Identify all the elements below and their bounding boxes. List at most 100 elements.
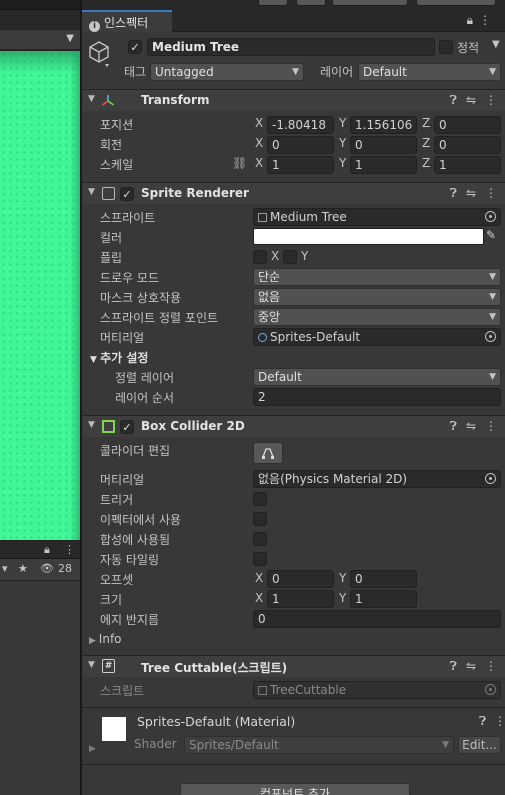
preset-icon[interactable]: ⇋ (466, 659, 476, 673)
object-picker-icon[interactable] (485, 211, 496, 222)
rotation-x-input[interactable]: 0 (267, 136, 334, 154)
position-y-input[interactable]: 1.156106 (350, 116, 417, 134)
size-x-input[interactable]: 1 (267, 590, 334, 608)
sprite-sort-point-dropdown[interactable]: 중앙 ▼ (253, 308, 501, 326)
lock-icon[interactable]: 🔒︎ (44, 543, 50, 557)
offset-y-input[interactable]: 0 (350, 570, 417, 588)
kebab-menu-icon[interactable]: ⋮ (479, 13, 497, 27)
kebab-menu-icon[interactable]: ⋮ (485, 659, 497, 673)
kebab-menu-icon[interactable]: ⋮ (485, 419, 497, 433)
shader-edit-button[interactable]: Edit... (458, 736, 501, 754)
order-in-layer-input[interactable]: 2 (253, 388, 501, 406)
box-collider-header[interactable]: ▼ ✓ Box Collider 2D ❓︎ ⇋ ⋮ (82, 415, 505, 437)
help-icon[interactable]: ❓︎ (450, 419, 457, 433)
fold-arrow-icon[interactable]: ▼ (88, 187, 95, 197)
help-icon[interactable]: ❓︎ (450, 93, 457, 107)
scene-view[interactable]: ▼ 🔒︎ ⋮ ▾ ★ 👁︎ 28 (0, 0, 80, 795)
chevron-down-icon[interactable]: ▼ (66, 33, 74, 44)
object-picker-icon[interactable] (485, 473, 496, 484)
additional-settings-foldout[interactable]: ▼ 추가 설정 (90, 349, 148, 366)
tag-dropdown[interactable]: Untagged ▼ (150, 63, 304, 81)
flip-x-checkbox[interactable] (253, 250, 267, 264)
sorting-layer-dropdown[interactable]: Default ▼ (253, 368, 501, 386)
toolbar-dropdown[interactable] (416, 0, 496, 6)
chevron-down-icon[interactable]: ▼ (492, 39, 500, 50)
material-object-field[interactable]: Sprites-Default (253, 328, 501, 346)
flip-y-checkbox[interactable] (283, 250, 297, 264)
toolbar-button[interactable] (296, 0, 326, 6)
help-icon[interactable]: ❓︎ (450, 659, 457, 673)
size-label: 크기 (100, 593, 123, 607)
kebab-menu-icon[interactable]: ⋮ (485, 93, 497, 107)
kebab-menu-icon[interactable]: ⋮ (64, 543, 75, 556)
shader-dropdown[interactable]: Sprites/Default ▼ (184, 736, 454, 754)
preset-icon[interactable]: ⇋ (466, 186, 476, 200)
star-icon[interactable]: ★ (18, 562, 28, 575)
preset-icon[interactable]: ⇋ (466, 419, 476, 433)
hierarchy-toolbar: ▾ ★ 👁︎ 28 (0, 559, 80, 581)
flip-x-label: X (271, 249, 280, 263)
fold-arrow-icon[interactable]: ▶ (89, 744, 96, 754)
edge-radius-input[interactable]: 0 (253, 610, 501, 628)
rotation-z-input[interactable]: 0 (434, 136, 501, 154)
add-component-button[interactable]: 컴포넌트 추가 (180, 783, 410, 795)
shader-value: Sprites/Default (189, 738, 279, 752)
fold-arrow-icon[interactable]: ▼ (88, 420, 95, 430)
tab-inspector[interactable]: i 인스펙터 (82, 10, 172, 32)
size-y-input[interactable]: 1 (350, 590, 417, 608)
auto-tiling-checkbox[interactable] (253, 552, 267, 566)
help-icon[interactable]: ❓︎ (479, 714, 486, 729)
sprite-renderer-header[interactable]: ▼ ✓ Sprite Renderer ❓︎ ⇋ ⋮ (82, 182, 505, 204)
script-component-header[interactable]: ▼ # Tree Cuttable(스크립트) ❓︎ ⇋ ⋮ (82, 655, 505, 677)
fold-arrow-icon[interactable]: ▼ (88, 660, 95, 670)
rotation-y-input[interactable]: 0 (350, 136, 417, 154)
help-icon[interactable]: ❓︎ (450, 186, 457, 200)
material-name: Sprites-Default (Material) (137, 714, 296, 729)
sprite-object-field[interactable]: Medium Tree (253, 208, 501, 226)
scale-y-input[interactable]: 1 (350, 156, 417, 174)
object-picker-icon[interactable] (485, 331, 496, 342)
box-collider-enabled-checkbox[interactable]: ✓ (120, 420, 134, 434)
toolbar-button[interactable] (258, 0, 288, 6)
color-swatch[interactable] (253, 228, 484, 245)
active-checkbox[interactable]: ✓ (128, 40, 142, 54)
position-x-input[interactable]: -1.80418 (267, 116, 334, 134)
scale-x-input[interactable]: 1 (267, 156, 334, 174)
preset-icon[interactable]: ⇋ (466, 93, 476, 107)
shader-label: Shader (134, 737, 177, 751)
layer-dropdown[interactable]: Default ▼ (358, 63, 501, 81)
sprite-renderer-enabled-checkbox[interactable]: ✓ (120, 187, 134, 201)
eyedropper-icon[interactable]: ✎ (486, 228, 496, 242)
used-by-composite-checkbox[interactable] (253, 532, 267, 546)
lock-icon[interactable]: 🔒︎ (467, 13, 479, 27)
object-name-input[interactable]: Medium Tree (147, 38, 435, 56)
kebab-menu-icon[interactable]: ⋮ (494, 714, 505, 728)
sprite-sort-point-label: 스프라이트 정렬 포인트 (100, 311, 219, 325)
edit-collider-icon (262, 448, 274, 459)
transform-header[interactable]: ▼ Transform ❓︎ ⇋ ⋮ (82, 89, 505, 111)
gameobject-cube-icon[interactable] (88, 40, 112, 67)
fold-arrow-icon[interactable]: ▼ (88, 94, 95, 104)
dropdown-icon[interactable]: ▾ (2, 562, 8, 575)
scene-canvas[interactable] (0, 51, 80, 540)
material-icon (258, 333, 267, 342)
edit-collider-button[interactable] (253, 442, 283, 464)
mask-interaction-dropdown[interactable]: 없음 ▼ (253, 288, 501, 306)
draw-mode-dropdown[interactable]: 단순 ▼ (253, 268, 501, 286)
collider-material-field[interactable]: 없음(Physics Material 2D) (253, 470, 501, 488)
position-z-input[interactable]: 0 (434, 116, 501, 134)
inspector-panel: i 인스펙터 🔒︎⋮ ✓ Medium Tree 정적 ▼ 태그 Untagged… (82, 0, 505, 795)
link-icon[interactable]: ⛓︎ (232, 156, 247, 170)
scale-z-input[interactable]: 1 (434, 156, 501, 174)
toolbar-dropdown[interactable] (332, 0, 408, 6)
rotation-label: 회전 (100, 138, 123, 152)
trigger-checkbox[interactable] (253, 492, 267, 506)
used-by-effector-checkbox[interactable] (253, 512, 267, 526)
info-foldout[interactable]: ▶ Info (89, 632, 122, 646)
kebab-menu-icon[interactable]: ⋮ (485, 186, 497, 200)
transform-icon (101, 94, 115, 108)
offset-x-input[interactable]: 0 (267, 570, 334, 588)
hidden-eye-icon[interactable]: 👁︎ (40, 562, 54, 575)
grass-texture (0, 51, 80, 540)
static-checkbox[interactable] (439, 40, 453, 54)
